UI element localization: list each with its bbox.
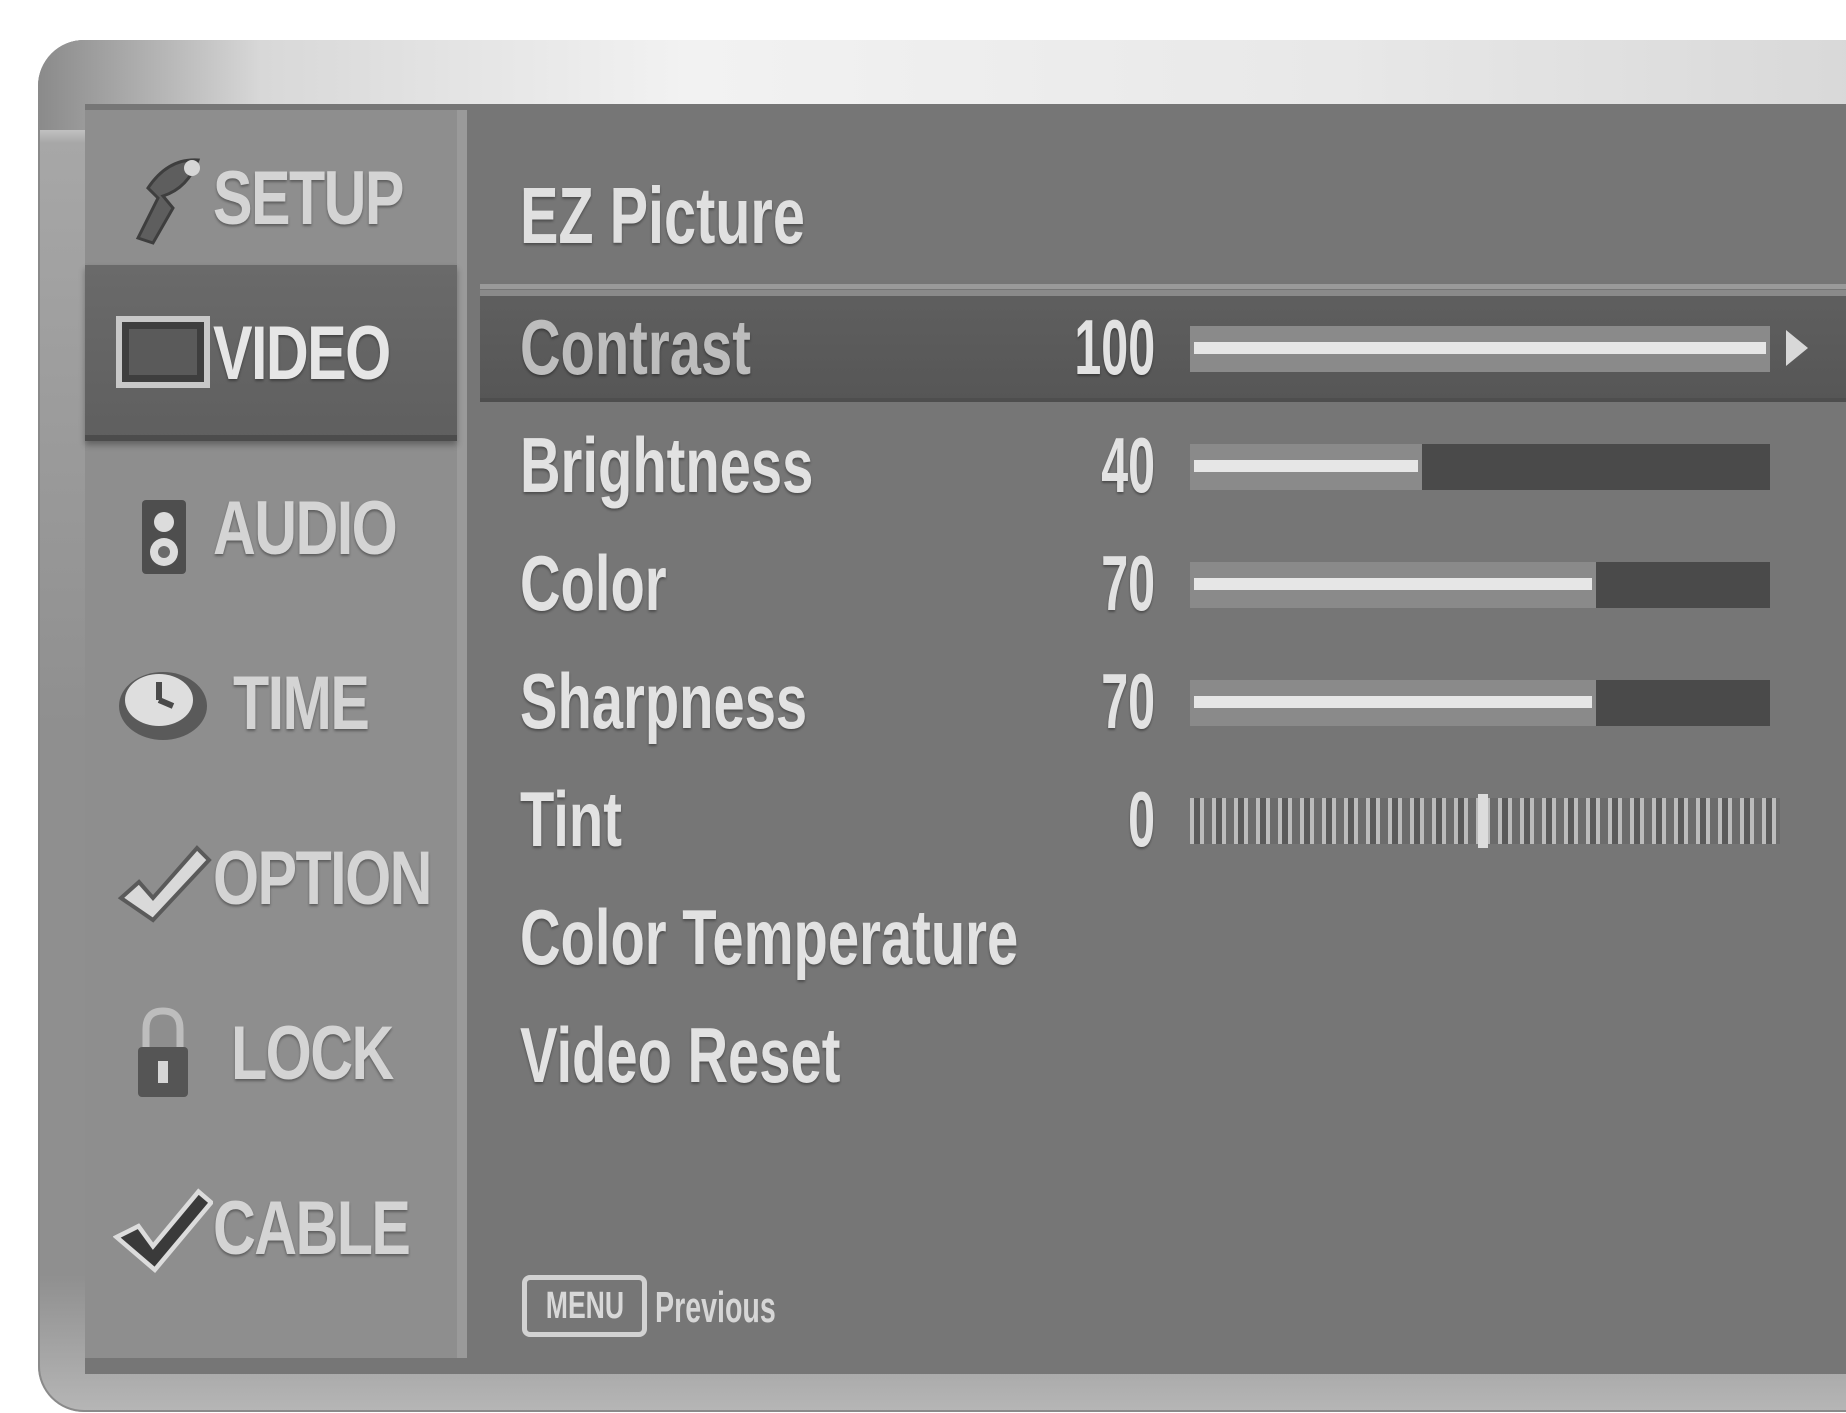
setting-label: Color	[520, 539, 667, 627]
setting-label: Brightness	[520, 421, 814, 509]
setting-value: 40	[1101, 421, 1155, 509]
menu-key-label: MENU	[545, 1284, 624, 1327]
setting-label: Tint	[520, 775, 622, 863]
sidebar-item-label: CABLE	[213, 1185, 411, 1271]
sidebar-item-label: SETUP	[213, 155, 404, 241]
setting-row-brightness[interactable]: Brightness 40	[480, 408, 1846, 520]
setting-value: 0	[1128, 775, 1155, 863]
setting-label: Contrast	[520, 303, 751, 391]
padlock-icon	[113, 1003, 213, 1103]
slider-fill	[1190, 562, 1596, 608]
sidebar-item-lock[interactable]: LOCK	[85, 965, 457, 1141]
slider-fill	[1190, 444, 1422, 490]
sidebar-item-label: TIME	[233, 660, 370, 746]
slider-fill	[1190, 680, 1596, 726]
setting-value: 70	[1101, 539, 1155, 627]
checkmark-tool-icon	[113, 828, 213, 928]
setting-row-sharpness[interactable]: Sharpness 70	[480, 644, 1846, 756]
footer-hint: Previous	[655, 1283, 776, 1332]
sidebar: SETUP VIDEO AUDIO TIME OPTION LOCK CABLE	[85, 110, 467, 1358]
sidebar-item-setup[interactable]: SETUP	[85, 110, 457, 286]
sidebar-item-label: OPTION	[213, 835, 432, 921]
tint-scale[interactable]	[1190, 794, 1780, 848]
speaker-icon	[113, 478, 213, 578]
title-divider	[480, 284, 1846, 289]
setting-label: Sharpness	[520, 657, 808, 745]
clock-icon	[113, 653, 213, 753]
sidebar-item-audio[interactable]: AUDIO	[85, 440, 457, 616]
sharpness-slider[interactable]	[1190, 680, 1770, 726]
tint-center-marker	[1478, 794, 1488, 848]
setting-label: Video Reset	[520, 1011, 841, 1099]
sidebar-item-video[interactable]: VIDEO	[85, 265, 457, 441]
setting-label: Color Temperature	[520, 893, 1019, 981]
setting-row-video-reset[interactable]: Video Reset	[480, 998, 1846, 1110]
sidebar-item-label: AUDIO	[213, 485, 398, 571]
contrast-slider[interactable]	[1190, 326, 1770, 372]
sidebar-item-time[interactable]: TIME	[85, 615, 457, 791]
monitor-icon	[113, 303, 213, 403]
setting-value: 70	[1101, 657, 1155, 745]
setting-row-color-temperature[interactable]: Color Temperature	[480, 880, 1846, 992]
setting-row-tint[interactable]: Tint 0	[480, 762, 1846, 874]
satellite-dish-icon	[113, 148, 213, 248]
sidebar-item-option[interactable]: OPTION	[85, 790, 457, 966]
menu-key-icon: MENU	[522, 1275, 647, 1337]
slider-fill	[1190, 326, 1770, 372]
sidebar-item-cable[interactable]: CABLE	[85, 1140, 457, 1316]
check-icon	[113, 1178, 213, 1278]
sidebar-item-label: LOCK	[231, 1010, 394, 1096]
arrow-right-icon	[1786, 330, 1808, 366]
color-slider[interactable]	[1190, 562, 1770, 608]
setting-row-color[interactable]: Color 70	[480, 526, 1846, 638]
brightness-slider[interactable]	[1190, 444, 1770, 490]
sidebar-item-label: VIDEO	[213, 310, 391, 396]
page-title[interactable]: EZ Picture	[520, 170, 805, 262]
setting-row-contrast[interactable]: Contrast 100	[480, 290, 1846, 402]
setting-value: 100	[1074, 303, 1156, 391]
